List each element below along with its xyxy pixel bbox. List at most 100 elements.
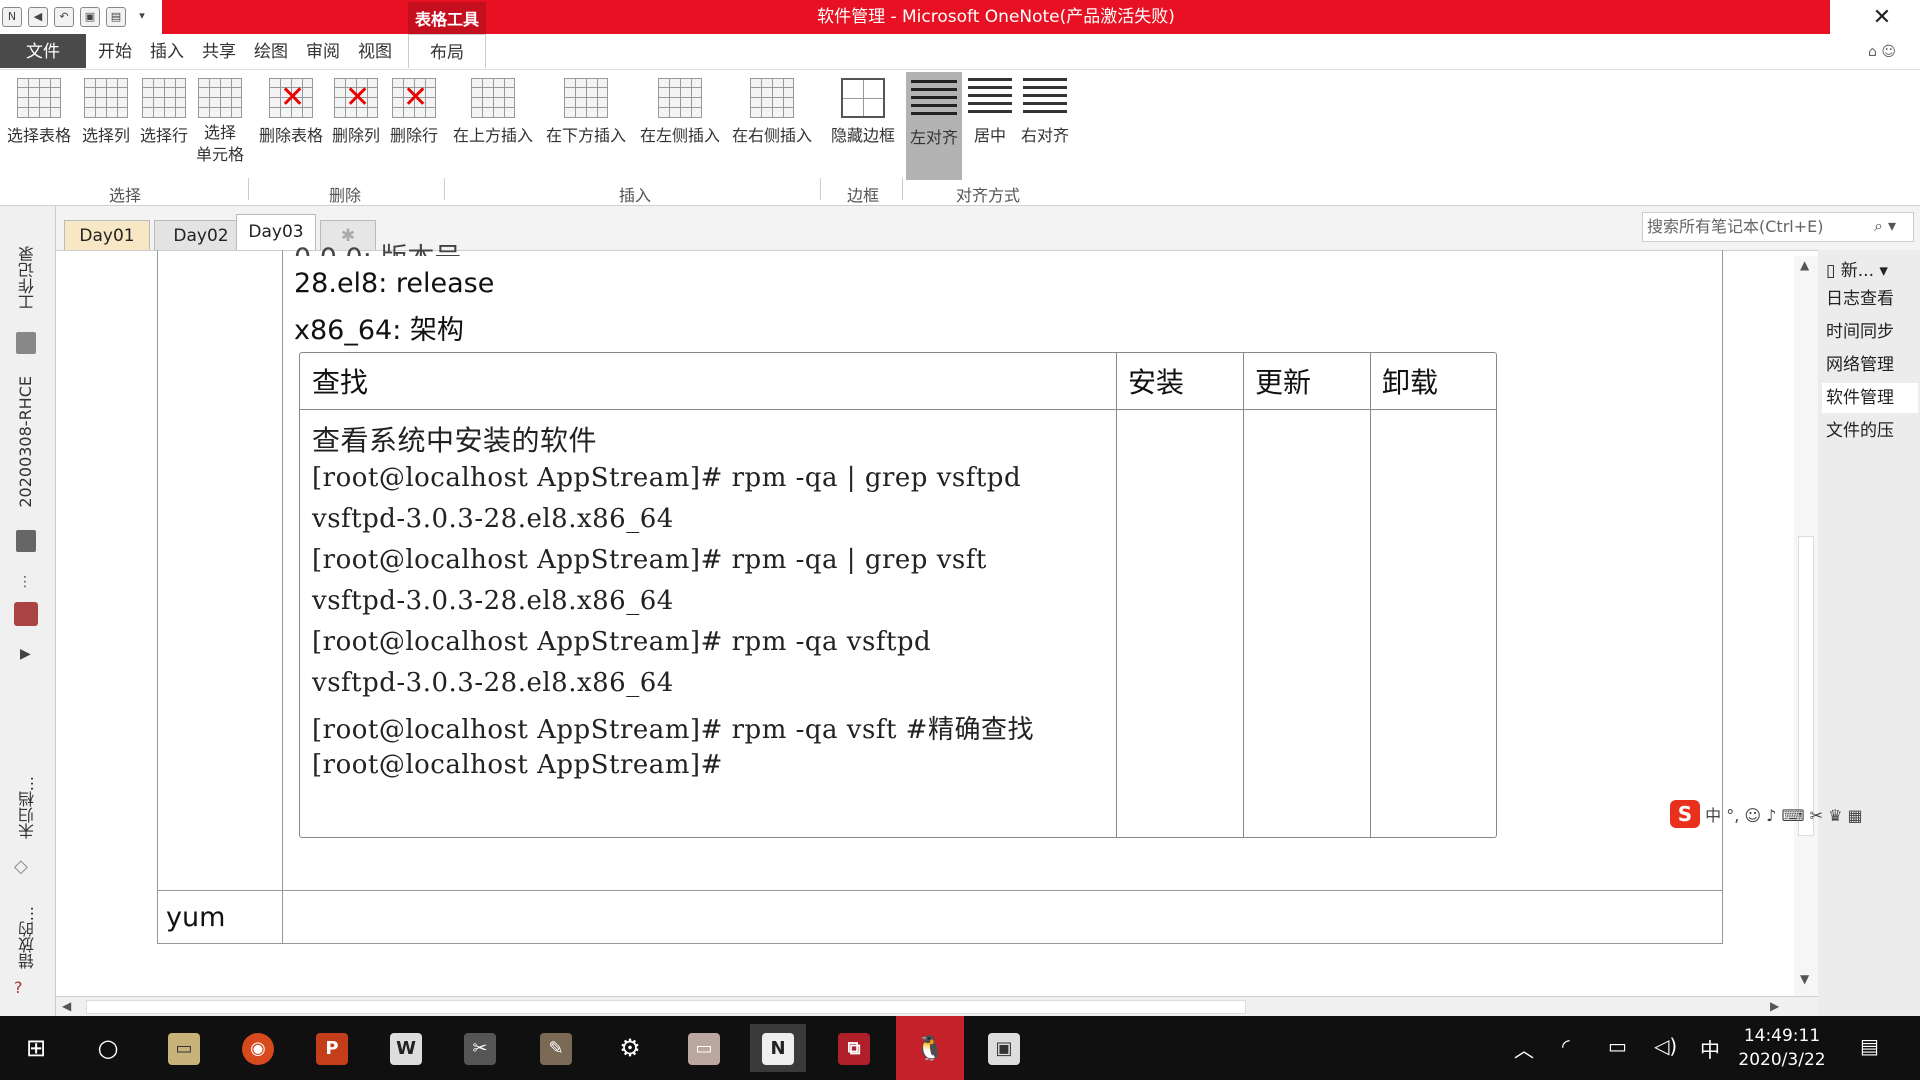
- qq-icon[interactable]: 🐧: [896, 1016, 964, 1080]
- search-icon[interactable]: ⌕ ▾: [1874, 216, 1896, 236]
- group-label-borders: 边框: [846, 186, 879, 205]
- notification-icon[interactable]: ▤: [1860, 1034, 1879, 1058]
- settings-icon[interactable]: ⚙: [602, 1024, 658, 1072]
- align-left-button[interactable]: 左对齐: [906, 72, 962, 180]
- dock-icon[interactable]: ▣: [80, 7, 100, 27]
- new-page-button[interactable]: ▯ 新... ▾: [1822, 256, 1918, 286]
- scroll-down-icon[interactable]: ▼: [1800, 972, 1809, 986]
- tab-review[interactable]: 审阅: [300, 34, 346, 68]
- table-cell-line[interactable]: 查看系统中安装的软件: [312, 419, 597, 459]
- file-explorer-icon[interactable]: ▭: [156, 1024, 212, 1072]
- insert-left-button[interactable]: 在左侧插入: [634, 74, 726, 178]
- section-tab-day02[interactable]: Day02: [154, 220, 248, 250]
- help-icon[interactable]: ?: [14, 978, 23, 997]
- tab-layout[interactable]: 布局: [408, 34, 486, 68]
- select-row-button[interactable]: 选择行: [136, 74, 192, 178]
- note-line-release[interactable]: 28.el8: release: [294, 268, 494, 299]
- vm-icon[interactable]: ⧉: [826, 1024, 882, 1072]
- qat-dropdown-icon[interactable]: ▾: [132, 7, 152, 27]
- table-cell-line[interactable]: [root@localhost AppStream]# rpm -qa | gr…: [312, 545, 987, 575]
- misplaced-sections[interactable]: 错放的...: [16, 906, 40, 969]
- delete-table-button[interactable]: 删除表格: [254, 74, 328, 178]
- ribbon-collapse-icon[interactable]: ⌂ ☺: [1868, 44, 1896, 60]
- note-line-version[interactable]: 0.0.0: 版本号: [294, 236, 461, 256]
- header-install[interactable]: 安装: [1128, 361, 1184, 401]
- header-update[interactable]: 更新: [1255, 361, 1311, 401]
- vertical-scrollbar[interactable]: ▲ ▼: [1794, 256, 1818, 996]
- table-cell-line[interactable]: [root@localhost AppStream]#: [312, 750, 723, 780]
- undo-icon[interactable]: ↶: [54, 7, 74, 27]
- onenote-icon[interactable]: N: [750, 1024, 806, 1072]
- table-cell-line[interactable]: vsftpd-3.0.3-28.el8.x86_64: [312, 586, 674, 616]
- horizontal-scrollbar[interactable]: ◀ ▶: [56, 996, 1818, 1016]
- search-icon[interactable]: ○: [80, 1024, 136, 1072]
- section-tab-day01[interactable]: Day01: [64, 220, 150, 250]
- snipping-icon[interactable]: ✂: [452, 1024, 508, 1072]
- hscroll-thumb[interactable]: [86, 1000, 1246, 1014]
- tab-file[interactable]: 文件: [0, 34, 86, 68]
- insert-above-button[interactable]: 在上方插入: [448, 74, 538, 178]
- page-view-icon[interactable]: ▤: [106, 7, 126, 27]
- photo-viewer-icon[interactable]: ▭: [676, 1024, 732, 1072]
- hide-borders-button[interactable]: 隐藏边框: [826, 74, 900, 178]
- tab-insert[interactable]: 插入: [144, 34, 190, 68]
- tab-view[interactable]: 视图: [352, 34, 398, 68]
- page-item-network[interactable]: 网络管理: [1822, 350, 1918, 380]
- notebook-nav: 工作记录 20200308-RHCE ⋮ ▶ 未归档... ◇ 错放的... ?: [0, 206, 56, 1016]
- expand-arrow-icon[interactable]: ▶: [20, 646, 31, 662]
- insert-right-button[interactable]: 在右侧插入: [726, 74, 818, 178]
- quick-notes-icon[interactable]: [14, 602, 38, 626]
- header-uninstall[interactable]: 卸载: [1382, 361, 1438, 401]
- powerpoint-icon[interactable]: P: [304, 1024, 360, 1072]
- page-item-time-sync[interactable]: 时间同步: [1822, 317, 1918, 347]
- word-icon[interactable]: W: [378, 1024, 434, 1072]
- align-right-button[interactable]: 右对齐: [1016, 74, 1074, 178]
- scroll-right-icon[interactable]: ▶: [1770, 999, 1779, 1013]
- wifi-icon[interactable]: ◜: [1562, 1034, 1570, 1058]
- yum-cell[interactable]: yum: [166, 902, 225, 933]
- tab-home[interactable]: 开始: [92, 34, 138, 68]
- firefox-icon[interactable]: ◉: [230, 1024, 286, 1072]
- page-item-software[interactable]: 软件管理: [1822, 383, 1918, 413]
- header-find[interactable]: 查找: [312, 361, 368, 401]
- tab-share[interactable]: 共享: [196, 34, 242, 68]
- align-center-button[interactable]: 居中: [966, 74, 1014, 178]
- notebook-rhce[interactable]: 20200308-RHCE: [16, 376, 35, 508]
- select-column-button[interactable]: 选择列: [78, 74, 134, 178]
- delete-column-button[interactable]: 删除列: [328, 74, 384, 178]
- table-cell-line[interactable]: [root@localhost AppStream]# rpm -qa vsft…: [312, 709, 1034, 746]
- battery-icon[interactable]: ▭: [1608, 1034, 1627, 1058]
- tab-draw[interactable]: 绘图: [248, 34, 294, 68]
- capture-icon[interactable]: ▣: [976, 1024, 1032, 1072]
- ime-tools-icon[interactable]: °, ☺ ♪ ⌨ ✂ ♛ ▦: [1726, 806, 1862, 825]
- table-cell-line[interactable]: [root@localhost AppStream]# rpm -qa vsft…: [312, 627, 931, 657]
- volume-icon[interactable]: ◁): [1654, 1034, 1677, 1058]
- paint-icon[interactable]: ✎: [528, 1024, 584, 1072]
- insert-below-button[interactable]: 在下方插入: [540, 74, 632, 178]
- select-table-button[interactable]: 选择表格: [2, 74, 76, 178]
- notebook-work-records[interactable]: 工作记录: [16, 246, 40, 310]
- note-line-arch[interactable]: x86_64: 架构: [294, 308, 464, 347]
- scroll-up-icon[interactable]: ▲: [1800, 258, 1809, 272]
- unfiled-notes[interactable]: 未归档...: [16, 776, 40, 839]
- table-cell-line[interactable]: [root@localhost AppStream]# rpm -qa | gr…: [312, 463, 1021, 493]
- sogou-ime-icon[interactable]: S: [1670, 800, 1700, 828]
- scroll-left-icon[interactable]: ◀: [62, 999, 71, 1013]
- more-icon[interactable]: ⋮: [18, 574, 32, 590]
- insert-left-icon: [658, 78, 702, 118]
- input-language[interactable]: 中: [1700, 1034, 1720, 1063]
- tray-expand-icon[interactable]: ︿: [1514, 1034, 1534, 1063]
- back-icon[interactable]: ◀: [28, 7, 48, 27]
- table-cell-line[interactable]: vsftpd-3.0.3-28.el8.x86_64: [312, 504, 674, 534]
- scroll-thumb[interactable]: [1798, 536, 1814, 836]
- page-item-file-compress[interactable]: 文件的压: [1822, 416, 1918, 446]
- start-icon[interactable]: ⊞: [8, 1024, 64, 1072]
- page-item-log[interactable]: 日志查看: [1822, 284, 1918, 314]
- ime-mode[interactable]: 中: [1705, 806, 1721, 825]
- clock[interactable]: 14:49:11 2020/3/22: [1732, 1024, 1832, 1072]
- close-button[interactable]: ✕: [1862, 4, 1902, 32]
- delete-row-button[interactable]: 删除行: [386, 74, 442, 178]
- table-tools-context-label: 表格工具: [408, 2, 486, 34]
- select-cell-button[interactable]: 选择 单元格: [192, 74, 248, 178]
- table-cell-line[interactable]: vsftpd-3.0.3-28.el8.x86_64: [312, 668, 674, 698]
